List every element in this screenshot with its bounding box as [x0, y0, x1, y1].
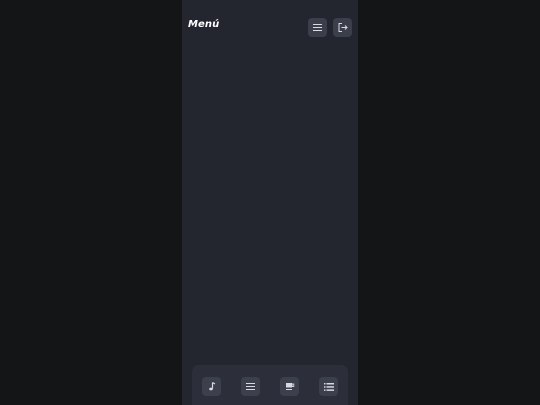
logout-icon: [338, 23, 348, 32]
header-menu-button[interactable]: [308, 18, 327, 37]
app-panel: Menú: [182, 0, 358, 405]
nav-cafe-button[interactable]: [280, 377, 299, 396]
header: Menú: [182, 0, 358, 56]
logout-button[interactable]: [333, 18, 352, 37]
coffee-cup-icon: [285, 382, 295, 391]
hamburger-icon: [246, 383, 255, 390]
nav-list-button[interactable]: [319, 377, 338, 396]
nav-music-button[interactable]: [202, 377, 221, 396]
nav-menu-button[interactable]: [241, 377, 260, 396]
music-note-icon: [208, 382, 216, 391]
list-icon: [323, 382, 334, 391]
page-title: Menú: [188, 19, 220, 30]
app-viewport: Menú: [0, 0, 540, 405]
hamburger-icon: [313, 24, 322, 31]
bottom-nav: [192, 365, 348, 405]
